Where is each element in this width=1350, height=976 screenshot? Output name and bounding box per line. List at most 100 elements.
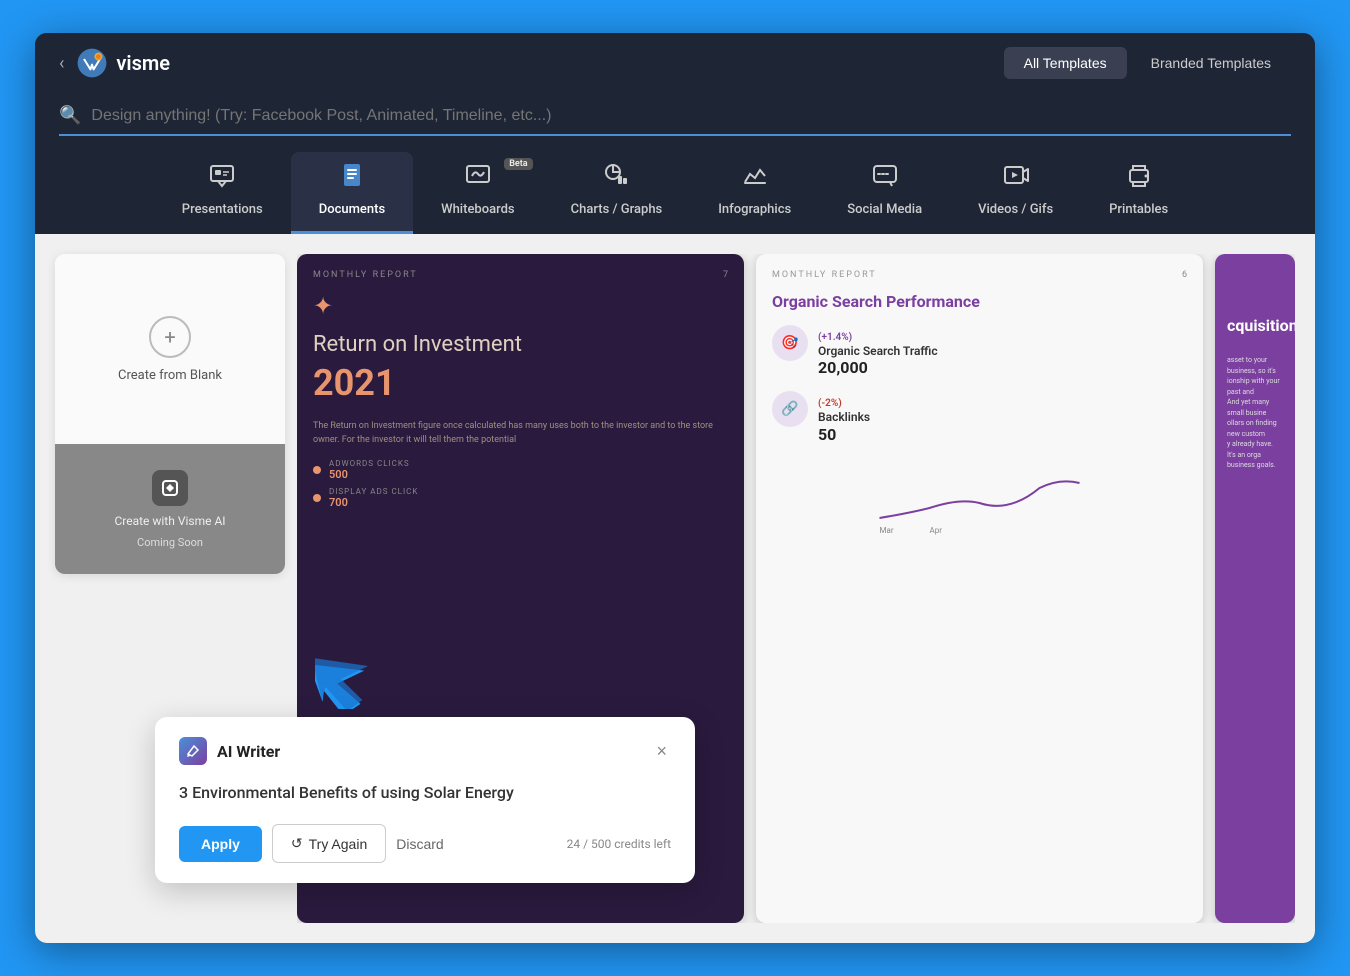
- tab-videos-label: Videos / Gifs: [978, 202, 1053, 217]
- card2-header: MONTHLY REPORT 6: [772, 270, 1187, 280]
- tab-printables[interactable]: Printables: [1081, 152, 1196, 234]
- search-input[interactable]: [91, 107, 1291, 125]
- tab-videos-gifs[interactable]: Videos / Gifs: [950, 152, 1081, 234]
- logo-text: visme: [116, 51, 170, 75]
- coming-soon-label: Coming Soon: [137, 536, 203, 549]
- logo-area: visme: [76, 47, 170, 79]
- apply-button[interactable]: Apply: [179, 826, 262, 862]
- ai-writer-popup: AI Writer × 3 Environmental Benefits of …: [155, 717, 695, 883]
- metric1-name: Organic Search Traffic: [818, 344, 938, 358]
- card1-header: MONTHLY REPORT 7: [313, 270, 728, 280]
- branded-templates-tab[interactable]: Branded Templates: [1131, 47, 1291, 79]
- card1-header-text: MONTHLY REPORT: [313, 270, 418, 280]
- search-icon: 🔍: [59, 105, 81, 126]
- tab-infographics-label: Infographics: [718, 202, 791, 217]
- header-right: All Templates Branded Templates: [1004, 47, 1291, 79]
- metric2-value: 700: [329, 496, 418, 509]
- metric1-label: ADWORDS CLICKS: [329, 459, 410, 468]
- charts-icon: [603, 162, 629, 194]
- popup-content: 3 Environmental Benefits of using Solar …: [179, 782, 671, 804]
- card1-number: 7: [723, 270, 728, 280]
- credits-used: 24: [567, 837, 581, 851]
- ai-create-icon: [152, 470, 188, 506]
- create-blank-bottom: Create with Visme AI Coming Soon: [55, 444, 285, 574]
- metric-item-2: 🔗 (-2%) Backlinks 50: [772, 391, 1187, 443]
- metric-dot-1: [313, 466, 321, 474]
- visme-logo-icon: [76, 47, 108, 79]
- search-bar: 🔍: [35, 93, 1315, 144]
- refresh-icon: ↺: [291, 835, 303, 852]
- metric2-change: (-2%): [818, 398, 842, 409]
- back-arrow-icon[interactable]: ‹: [59, 53, 64, 74]
- roi-icon: ✦: [313, 292, 728, 320]
- tab-social-media[interactable]: Social Media: [819, 152, 950, 234]
- blue-arrow: [315, 639, 395, 713]
- metric2-label: DISPLAY ADS CLICK: [329, 487, 418, 496]
- content-area: + Create from Blank Create with Visme AI…: [35, 234, 1315, 943]
- tab-infographics[interactable]: Infographics: [690, 152, 819, 234]
- template-card-3[interactable]: cquisition asset to your business, so it…: [1215, 254, 1295, 923]
- credits-separator: /: [583, 837, 591, 851]
- popup-actions: Apply ↺ Try Again Discard 24 / 500 credi…: [179, 824, 671, 863]
- popup-title: AI Writer: [217, 742, 280, 761]
- whiteboards-icon: [465, 162, 491, 194]
- metric-details-2: (-2%) Backlinks 50: [818, 391, 870, 443]
- try-again-label: Try Again: [309, 836, 368, 852]
- card2-number: 6: [1182, 270, 1187, 280]
- all-templates-tab[interactable]: All Templates: [1004, 47, 1127, 79]
- close-popup-button[interactable]: ×: [652, 737, 671, 766]
- metric2-name: Backlinks: [818, 410, 870, 424]
- nav-tabs: Presentations Documents Beta Whiteboards…: [35, 144, 1315, 234]
- header: ‹ visme All Templates Branded Templates: [35, 33, 1315, 93]
- infographics-icon: [742, 162, 768, 194]
- metric-circle-2: 🔗: [772, 391, 808, 427]
- tab-documents-label: Documents: [319, 202, 385, 217]
- social-media-icon: [872, 162, 898, 194]
- header-left: ‹ visme: [59, 47, 170, 79]
- tab-presentations[interactable]: Presentations: [154, 152, 291, 234]
- tab-printables-label: Printables: [1109, 202, 1168, 217]
- printables-icon: [1126, 162, 1152, 194]
- roi-description: The Return on Investment figure once cal…: [313, 420, 728, 447]
- svg-text:Mar: Mar: [880, 526, 894, 535]
- metric1-change: (+1.4%): [818, 332, 852, 343]
- tab-charts-label: Charts / Graphs: [571, 202, 663, 217]
- discard-button[interactable]: Discard: [396, 836, 443, 852]
- tab-whiteboards[interactable]: Beta Whiteboards: [413, 152, 542, 234]
- card3-acq: cquisition: [1215, 304, 1295, 347]
- videos-icon: [1003, 162, 1029, 194]
- create-blank-card[interactable]: + Create from Blank Create with Visme AI…: [55, 254, 285, 574]
- popup-header: AI Writer ×: [179, 737, 671, 766]
- plus-icon: +: [149, 316, 191, 358]
- template-card-2[interactable]: MONTHLY REPORT 6 Organic Search Performa…: [756, 254, 1203, 923]
- beta-badge: Beta: [504, 158, 532, 170]
- popup-title-area: AI Writer: [179, 737, 280, 765]
- roi-title: Return on Investment: [313, 332, 728, 358]
- metric-dot-2: [313, 494, 321, 502]
- tab-social-media-label: Social Media: [847, 202, 922, 217]
- search-wrapper: 🔍: [59, 105, 1291, 136]
- ai-pen-icon: [179, 737, 207, 765]
- metric1-value: 500: [329, 468, 410, 481]
- try-again-button[interactable]: ↺ Try Again: [272, 824, 386, 863]
- tab-charts-graphs[interactable]: Charts / Graphs: [543, 152, 691, 234]
- documents-icon: [339, 162, 365, 194]
- tab-presentations-label: Presentations: [182, 202, 263, 217]
- create-blank-top[interactable]: + Create from Blank: [55, 254, 285, 444]
- presentations-icon: [209, 162, 235, 194]
- organic-title: Organic Search Performance: [772, 292, 1187, 313]
- credits-label: credits left: [614, 837, 671, 851]
- metric1-number: 20,000: [818, 358, 938, 377]
- tab-documents[interactable]: Documents: [291, 152, 413, 234]
- tab-whiteboards-label: Whiteboards: [441, 202, 514, 217]
- metric-row-2: DISPLAY ADS CLICK 700: [313, 487, 728, 509]
- svg-text:Apr: Apr: [930, 526, 943, 535]
- metric-details-1: (+1.4%) Organic Search Traffic 20,000: [818, 325, 938, 377]
- metric2-number: 50: [818, 425, 870, 444]
- card2-header-text: MONTHLY REPORT: [772, 270, 877, 280]
- credits-info: 24 / 500 credits left: [567, 837, 671, 851]
- create-blank-label: Create from Blank: [118, 368, 222, 383]
- ai-create-label: Create with Visme AI: [114, 514, 225, 528]
- metric-circle-1: 🎯: [772, 325, 808, 361]
- credits-total: 500: [591, 837, 611, 851]
